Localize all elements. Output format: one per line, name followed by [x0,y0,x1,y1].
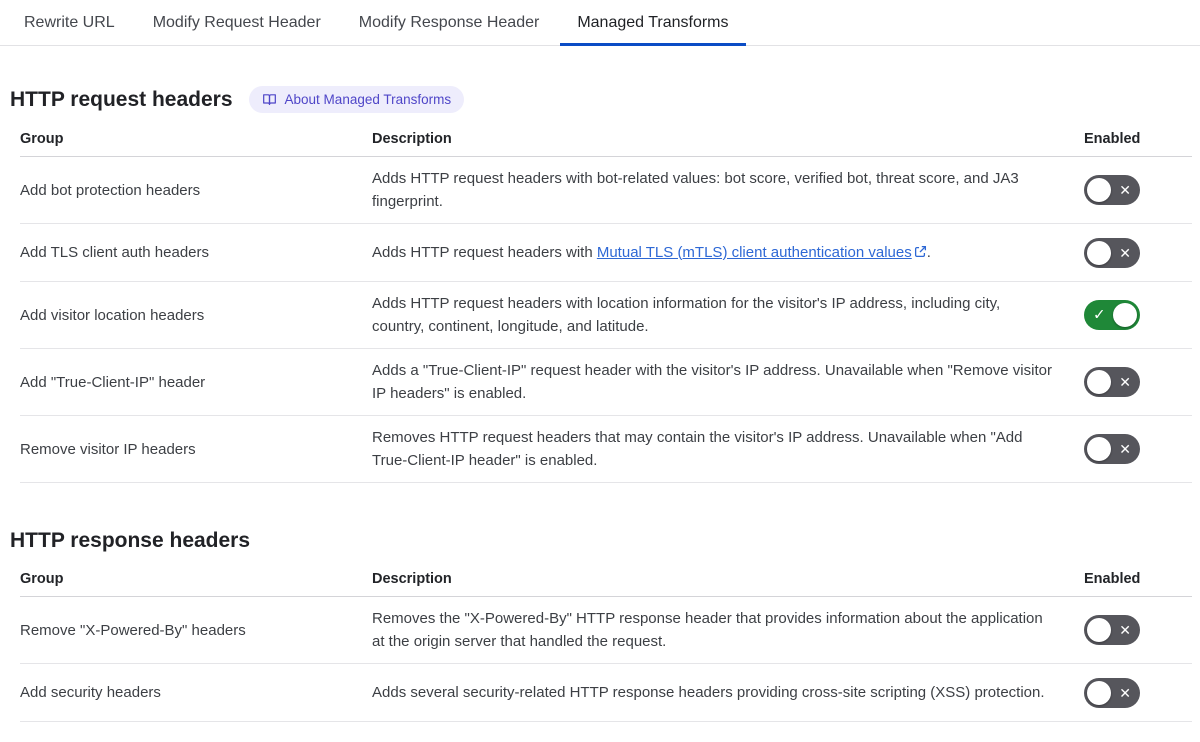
group-cell: Add bot protection headers [20,181,201,199]
toggle-knob [1087,618,1111,642]
column-header-description: Description [372,571,452,587]
x-icon [1119,375,1131,389]
x-icon [1119,623,1131,637]
check-icon [1093,308,1106,323]
toggle-knob [1087,240,1111,265]
book-icon [262,92,277,107]
toggle-knob [1113,303,1137,327]
description-text: . [926,243,931,261]
table-row: Remove visitor IP headers Removes HTTP r… [20,416,1192,483]
toggle-knob [1087,370,1111,394]
description-cell: Adds several security-related HTTP respo… [372,684,1045,701]
description-cell: Adds HTTP request headers with Mutual TL… [372,241,1084,265]
toggle-add-bot-protection-headers[interactable] [1084,175,1140,205]
group-cell: Add TLS client auth headers [20,244,210,261]
request-headers-title: HTTP request headers [10,87,233,111]
toggle-add-security-headers[interactable] [1084,677,1140,708]
toggle-remove-x-powered-by-headers[interactable] [1084,615,1140,645]
tab-modify-response-header[interactable]: Modify Response Header [359,0,540,45]
description-cell: Adds HTTP request headers with location … [372,295,1001,335]
mtls-docs-link[interactable]: Mutual TLS (mTLS) client authentication … [597,244,912,261]
transform-rules-tabbar: Rewrite URL Modify Request Header Modify… [0,0,1200,46]
x-icon [1119,246,1131,260]
table-header-row: Group Description Enabled [20,571,1192,597]
group-cell: Add visitor location headers [20,306,205,324]
response-headers-title: HTTP response headers [10,529,251,552]
toggle-add-tls-client-auth-headers[interactable] [1084,237,1140,268]
description-text: Adds HTTP request headers with [372,243,597,261]
request-headers-table: Group Description Enabled Add bot protec… [20,131,1192,483]
column-header-group: Group [20,571,64,587]
table-row: Add visitor location headers Adds HTTP r… [20,282,1192,349]
response-headers-section-head: HTTP response headers [10,529,1192,553]
response-headers-table: Group Description Enabled Remove "X-Powe… [20,571,1192,722]
table-header-row: Group Description Enabled [20,131,1192,157]
column-header-enabled: Enabled [1084,131,1141,147]
toggle-remove-visitor-ip-headers[interactable] [1084,434,1140,464]
group-cell: Remove visitor IP headers [20,440,196,458]
description-cell: Adds HTTP request headers with bot-relat… [372,170,1019,210]
table-row: Remove "X-Powered-By" headers Removes th… [20,597,1192,664]
external-link-icon [914,242,927,265]
description-cell: Removes HTTP request headers that may co… [372,429,1023,469]
toggle-knob [1087,178,1111,202]
column-header-description: Description [372,131,452,147]
group-cell: Add "True-Client-IP" header [20,373,206,391]
description-cell: Adds a "True-Client-IP" request header w… [372,362,1052,402]
toggle-add-visitor-location-headers[interactable] [1084,300,1140,330]
badge-label: About Managed Transforms [284,91,452,107]
description-cell: Removes the "X-Powered-By" HTTP response… [372,610,1043,650]
table-row: Add bot protection headers Adds HTTP req… [20,157,1192,224]
toggle-knob [1087,437,1111,461]
column-header-group: Group [20,131,64,147]
managed-transforms-panel: HTTP request headers About Managed Trans… [10,86,1192,722]
table-row: Add security headers Adds several securi… [20,664,1192,722]
x-icon [1119,183,1131,197]
tab-modify-request-header[interactable]: Modify Request Header [153,0,321,45]
tab-rewrite-url[interactable]: Rewrite URL [24,0,115,45]
column-header-enabled: Enabled [1084,571,1141,587]
toggle-add-true-client-ip-header[interactable] [1084,367,1140,397]
tab-managed-transforms[interactable]: Managed Transforms [560,0,746,46]
toggle-knob [1087,680,1111,705]
table-row: Add "True-Client-IP" header Adds a "True… [20,349,1192,416]
request-headers-section-head: HTTP request headers About Managed Trans… [10,86,1192,113]
x-icon [1119,442,1131,456]
table-row: Add TLS client auth headers Adds HTTP re… [20,224,1192,282]
x-icon [1119,686,1131,700]
about-managed-transforms-badge[interactable]: About Managed Transforms [248,86,465,113]
group-cell: Remove "X-Powered-By" headers [20,621,246,639]
group-cell: Add security headers [20,684,161,701]
